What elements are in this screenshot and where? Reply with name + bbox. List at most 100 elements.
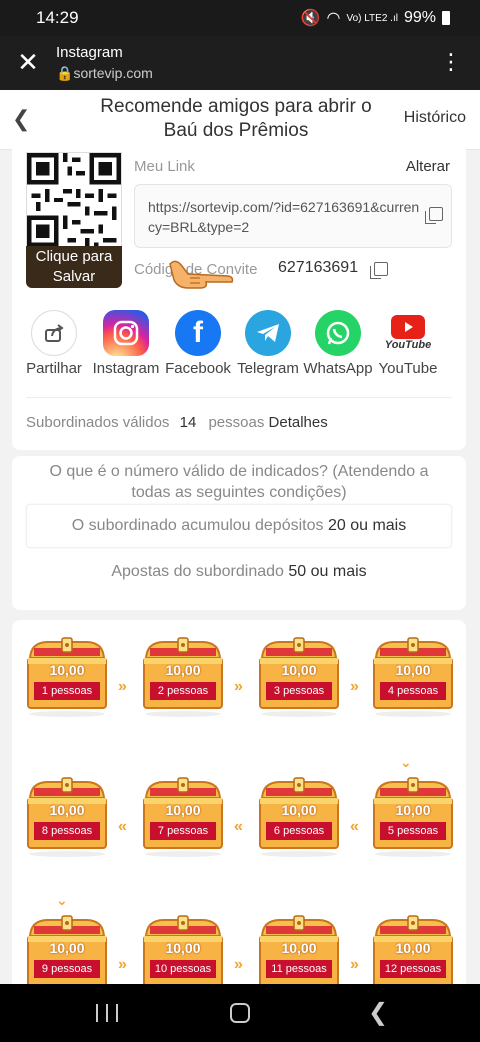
chest-label: 11 pessoas: [266, 960, 332, 978]
share-label: YouTube: [378, 360, 438, 377]
chest-label: 1 pessoas: [34, 682, 100, 700]
chest-value: 10,00: [49, 940, 85, 956]
home-icon[interactable]: [230, 1003, 250, 1023]
chest-value: 10,00: [395, 802, 431, 818]
browser-url-text: sortevip.com: [73, 65, 153, 81]
share-label: Telegram: [237, 360, 299, 377]
close-icon[interactable]: ✕: [16, 49, 40, 75]
invite-link-box[interactable]: https://sortevip.com/?id=627163691&curre…: [134, 184, 452, 248]
pointing-hand-icon: [169, 260, 234, 289]
rule-bet-value: 50 ou mais: [288, 563, 367, 580]
share-icon: [31, 310, 77, 356]
subordinates-label: Subordinados válidos: [26, 414, 170, 431]
treasure-chest[interactable]: 10,00 12 pessoas: [370, 912, 456, 984]
treasure-chests-card: 10,00 1 pessoas » 10,00 2 pessoas » 10,00 3 pes…: [12, 620, 466, 984]
invite-link-text: https://sortevip.com/?id=627163691&curre…: [148, 199, 420, 235]
share-label: Facebook: [165, 360, 231, 377]
treasure-chest[interactable]: 10,00 5 pessoas: [370, 774, 456, 858]
treasure-chest[interactable]: 10,00 9 pessoas: [24, 912, 110, 984]
browser-url: 🔒sortevip.com: [56, 65, 153, 81]
facebook-icon: f: [175, 310, 221, 356]
share-label: Partilhar: [26, 360, 82, 377]
share-item-youtube[interactable]: YouTube YouTube: [370, 310, 446, 377]
youtube-play-icon: [391, 315, 425, 339]
copy-code-icon[interactable]: [370, 262, 388, 279]
rules-card: O que é o número válido de indicados? (A…: [12, 456, 466, 610]
double-chevron-left-icon: «: [350, 818, 359, 835]
treasure-chest[interactable]: 10,00 6 pessoas: [256, 774, 342, 858]
chest-value: 10,00: [49, 662, 85, 678]
browser-toolbar: ✕ Instagram 🔒sortevip.com ⋮: [0, 36, 480, 90]
instagram-icon: [103, 310, 149, 356]
invite-link-card: Clique para Salvar Meu Link Alterar http…: [12, 142, 466, 450]
copy-link-icon[interactable]: [425, 207, 443, 224]
double-chevron-right-icon: »: [118, 956, 127, 973]
rules-title: O que é o número válido de indicados? (A…: [49, 463, 429, 501]
rule-deposit-text: O subordinado acumulou depósitos: [71, 517, 324, 534]
status-icons: 🔇 ◠ Vo) LTE2 .ıl 99%: [301, 8, 450, 28]
battery-percent: 99%: [403, 9, 436, 26]
share-item-whatsapp[interactable]: WhatsApp: [300, 310, 376, 377]
double-chevron-right-icon: »: [350, 956, 359, 973]
chest-label: 10 pessoas: [150, 960, 216, 978]
chest-value: 10,00: [395, 662, 431, 678]
treasure-chest[interactable]: 10,00 8 pessoas: [24, 774, 110, 858]
chest-value: 10,00: [281, 662, 317, 678]
status-time: 14:29: [36, 8, 79, 27]
chest-value: 10,00: [395, 940, 431, 956]
double-chevron-right-icon: »: [350, 678, 359, 695]
treasure-chest[interactable]: 10,00 3 pessoas: [256, 634, 342, 718]
invite-code-value: 627163691: [278, 259, 359, 276]
double-chevron-right-icon: »: [234, 678, 243, 695]
chest-label: 9 pessoas: [34, 960, 100, 978]
chest-label: 2 pessoas: [150, 682, 216, 700]
qr-save-button[interactable]: Clique para Salvar: [26, 246, 122, 288]
chest-value: 10,00: [281, 940, 317, 956]
share-item-facebook[interactable]: f Facebook: [160, 310, 236, 377]
share-row: Partilhar Instagram f Facebook Telegram: [12, 310, 466, 380]
subordinates-details-link[interactable]: Detalhes: [269, 414, 328, 431]
qr-code[interactable]: [26, 152, 122, 248]
rule-bet: Apostas do subordinado 50 ou mais: [26, 552, 452, 592]
page-title: Recomende amigos para abrir o Baú dos Pr…: [100, 96, 372, 141]
subordinates-row: Subordinados válidos 14 pessoas Detalhes: [26, 414, 328, 431]
history-link[interactable]: Histórico: [404, 109, 466, 127]
chest-value: 10,00: [165, 662, 201, 678]
telegram-icon: [245, 310, 291, 356]
double-chevron-left-icon: «: [234, 818, 243, 835]
page-content: ❮ Recomende amigos para abrir o Baú dos …: [0, 90, 480, 984]
app-header: ❮ Recomende amigos para abrir o Baú dos …: [0, 90, 480, 150]
subordinates-count: 14: [179, 414, 197, 431]
double-chevron-right-icon: »: [234, 956, 243, 973]
chest-label: 7 pessoas: [150, 822, 216, 840]
share-label: Instagram: [92, 360, 160, 377]
treasure-chest[interactable]: 10,00 4 pessoas: [370, 634, 456, 718]
battery-icon: [442, 11, 450, 25]
chest-label: 12 pessoas: [380, 960, 446, 978]
recents-icon[interactable]: [96, 1004, 118, 1022]
back-nav-icon[interactable]: ❮: [368, 998, 388, 1027]
share-item-instagram[interactable]: Instagram: [88, 310, 164, 377]
share-item-telegram[interactable]: Telegram: [230, 310, 306, 377]
chest-value: 10,00: [49, 802, 85, 818]
wifi-icon: ◠: [326, 10, 341, 27]
treasure-chest[interactable]: 10,00 7 pessoas: [140, 774, 226, 858]
chest-label: 8 pessoas: [34, 822, 100, 840]
treasure-chest[interactable]: 10,00 10 pessoas: [140, 912, 226, 984]
chest-value: 10,00: [281, 802, 317, 818]
signal-icon: Vo) LTE2 .ıl: [346, 12, 398, 24]
kebab-menu-icon[interactable]: ⋮: [440, 50, 462, 74]
share-item-partilhar[interactable]: Partilhar: [16, 310, 92, 377]
chest-value: 10,00: [165, 940, 201, 956]
chest-label: 6 pessoas: [266, 822, 332, 840]
treasure-chest[interactable]: 10,00 1 pessoas: [24, 634, 110, 718]
back-icon[interactable]: ❮: [12, 106, 32, 131]
rule-deposit-value: 20 ou mais: [327, 517, 407, 534]
chest-label: 5 pessoas: [380, 822, 446, 840]
treasure-chest[interactable]: 10,00 2 pessoas: [140, 634, 226, 718]
double-chevron-left-icon: «: [118, 818, 127, 835]
treasure-chest[interactable]: 10,00 11 pessoas: [256, 912, 342, 984]
browser-title: Instagram: [56, 44, 123, 61]
chest-value: 10,00: [165, 802, 201, 818]
change-link-button[interactable]: Alterar: [406, 158, 450, 175]
